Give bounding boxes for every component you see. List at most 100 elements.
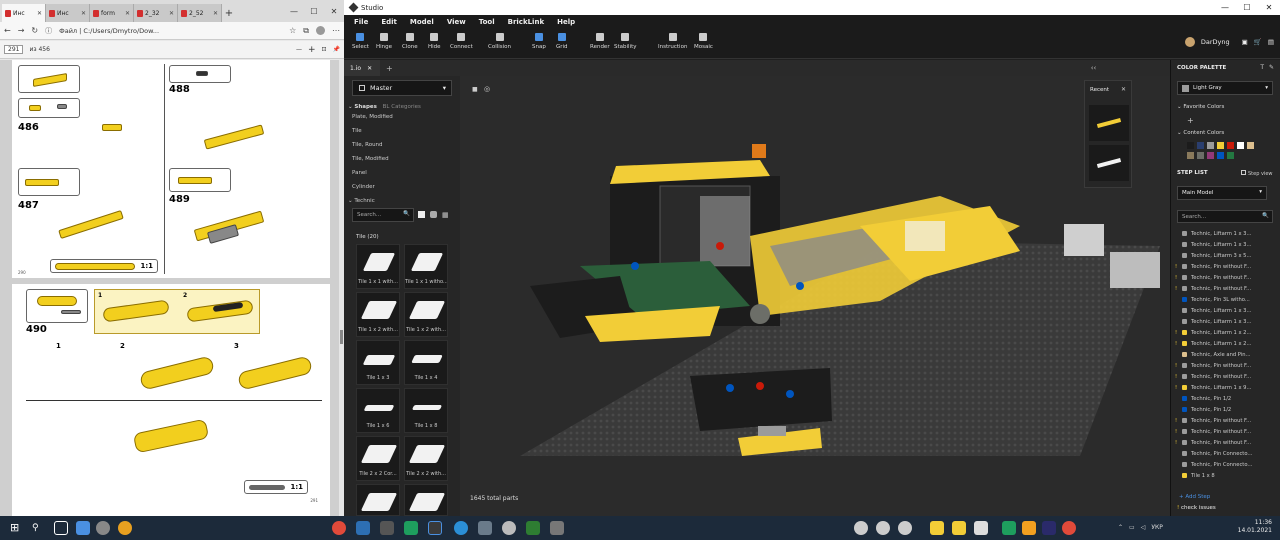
part-cell[interactable]: Tile 2 x 2 with... xyxy=(404,436,448,481)
view-grid-icon[interactable]: ▦ xyxy=(442,211,449,219)
collections-icon[interactable]: ⧉ xyxy=(303,26,309,36)
step-list-item[interactable]: ! Technic, Liftarm 1 x 2... xyxy=(1175,327,1271,338)
color-swatch[interactable] xyxy=(1217,142,1224,149)
close-icon[interactable]: ✕ xyxy=(125,10,130,17)
app-icon[interactable] xyxy=(356,521,370,535)
render-button[interactable]: Render xyxy=(590,33,610,50)
step-list-item[interactable]: ! Technic, Pin without F... xyxy=(1175,371,1271,382)
windows-start-icon[interactable]: ⊞ xyxy=(10,521,24,535)
checkbox[interactable] xyxy=(1241,170,1246,175)
studio-taskbar-icon[interactable] xyxy=(1002,521,1016,535)
new-tab-button[interactable]: + xyxy=(222,4,236,22)
connect-button[interactable]: Connect xyxy=(450,33,473,50)
clone-button[interactable]: Clone xyxy=(402,33,418,50)
part-cell[interactable]: Tile 2 x 2 Cor... xyxy=(356,436,400,481)
browser-tab-5[interactable]: 2_52 ✕ xyxy=(178,4,222,22)
color-swatch[interactable] xyxy=(1217,152,1224,159)
parts-search-input[interactable]: Search... 🔍 xyxy=(352,208,414,222)
document-tab[interactable]: 1.io ✕ xyxy=(344,60,380,76)
step-list-item[interactable]: ! Technic, Pin without F... xyxy=(1175,283,1271,294)
step-list-item[interactable]: ! Technic, Pin without F... xyxy=(1175,360,1271,371)
color-swatch[interactable] xyxy=(1187,152,1194,159)
color-swatch[interactable] xyxy=(1197,142,1204,149)
chevron-up-icon[interactable]: ⌃ xyxy=(1118,524,1123,531)
step-list-item[interactable]: Technic, Pin 3L witho... xyxy=(1175,294,1271,305)
app-icon[interactable] xyxy=(76,521,90,535)
color-selector[interactable]: Light Gray ▾ xyxy=(1177,81,1273,95)
edge-icon[interactable] xyxy=(454,521,468,535)
part-cell[interactable]: Tile 1 x 8 xyxy=(404,388,448,433)
step-list-item[interactable]: Technic, Liftarm 3 x 5... xyxy=(1175,250,1271,261)
part-cell[interactable]: Tile 1 x 2 with... xyxy=(356,292,400,337)
content-colors-header[interactable]: ⌄ Content Colors xyxy=(1177,130,1224,136)
menu-tool[interactable]: Tool xyxy=(479,18,495,26)
username[interactable]: DarDyng xyxy=(1201,38,1230,46)
pdf-viewport[interactable]: 486 487 1:1 290 488 489 490 1 2 1 2 3 1:… xyxy=(0,60,344,516)
part-cell[interactable]: Tile 1 x 1 with... xyxy=(356,244,400,289)
app-icon[interactable] xyxy=(974,521,988,535)
add-favorite-color-button[interactable]: + xyxy=(1187,116,1194,125)
app-icon[interactable] xyxy=(380,521,394,535)
snap-button[interactable]: Snap xyxy=(532,33,546,50)
hinge-button[interactable]: Hinge xyxy=(376,33,392,50)
cart-icon[interactable]: 🛒 xyxy=(1254,38,1262,46)
color-swatch[interactable] xyxy=(1237,142,1244,149)
avatar[interactable] xyxy=(1184,37,1195,47)
app-icon[interactable] xyxy=(118,521,132,535)
color-swatch[interactable] xyxy=(1247,142,1254,149)
eyedropper-icon[interactable]: ✎ xyxy=(1269,64,1274,71)
close-icon[interactable]: ✕ xyxy=(1258,0,1280,15)
reset-view-icon[interactable]: ◎ xyxy=(484,85,490,93)
step-list-item[interactable]: Technic, Pin Connecto... xyxy=(1175,448,1271,459)
category-item[interactable]: Tile, Round xyxy=(352,142,383,148)
excel-icon[interactable] xyxy=(526,521,540,535)
zoom-in-button[interactable]: + xyxy=(308,45,316,55)
instruction-button[interactable]: Instruction xyxy=(658,33,687,50)
step-list-item[interactable]: Technic, Liftarm 1 x 3... xyxy=(1175,239,1271,250)
app-icon[interactable] xyxy=(96,521,110,535)
menu-help[interactable]: Help xyxy=(557,18,575,26)
color-swatch[interactable] xyxy=(1187,142,1194,149)
part-cell[interactable]: Tile 1 x 3 xyxy=(356,340,400,385)
volume-icon[interactable]: ◁ xyxy=(1141,524,1146,531)
app-icon[interactable] xyxy=(854,521,868,535)
hide-button[interactable]: Hide xyxy=(428,33,441,50)
maximize-icon[interactable]: ☐ xyxy=(304,0,324,22)
chrome-icon[interactable] xyxy=(332,521,346,535)
part-cell[interactable]: Tile 1 x 4 xyxy=(404,340,448,385)
back-icon[interactable]: ← xyxy=(4,26,11,35)
favorites-star-icon[interactable]: ☆ xyxy=(289,26,296,35)
close-icon[interactable]: ✕ xyxy=(213,10,218,17)
pin-icon[interactable]: 📌 xyxy=(333,46,340,53)
close-icon[interactable]: ✕ xyxy=(1121,86,1126,93)
task-view-icon[interactable] xyxy=(54,521,68,535)
category-item[interactable]: Plate, Modified xyxy=(352,114,393,120)
part-cell[interactable] xyxy=(356,484,400,516)
app-icon[interactable] xyxy=(428,521,442,535)
menu-edit[interactable]: Edit xyxy=(381,18,397,26)
more-icon[interactable]: ⋯ xyxy=(332,26,340,35)
collapse-panel-icon[interactable]: ‹‹ xyxy=(1091,64,1097,72)
step-list-item[interactable]: ! Technic, Pin without F... xyxy=(1175,261,1271,272)
info-icon[interactable]: ⓘ xyxy=(45,26,52,36)
collision-button[interactable]: Collision xyxy=(488,33,511,50)
3d-viewport[interactable]: ■ ◎ Recent ✕ 1645 total parts xyxy=(460,76,1170,516)
step-list-item[interactable]: Technic, Axle and Pin... xyxy=(1175,349,1271,360)
stability-button[interactable]: Stability xyxy=(614,33,637,50)
fit-page-icon[interactable]: ⊡ xyxy=(321,46,326,53)
app-icon[interactable] xyxy=(930,521,944,535)
step-list-item[interactable]: Technic, Pin Connecto... xyxy=(1175,459,1271,470)
gallery-icon[interactable]: ▣ xyxy=(1242,38,1248,46)
paint-bucket-icon[interactable]: T xyxy=(1260,64,1264,71)
color-swatch[interactable] xyxy=(1227,142,1234,149)
network-icon[interactable]: ▭ xyxy=(1129,524,1135,531)
add-step-button[interactable]: + Add Step xyxy=(1179,494,1210,500)
app-icon[interactable] xyxy=(478,521,492,535)
step-list-item[interactable]: Tile 1 x 8 xyxy=(1175,470,1271,481)
close-icon[interactable]: ✕ xyxy=(37,10,42,17)
step-list-item[interactable]: Technic, Liftarm 1 x 3... xyxy=(1175,305,1271,316)
sidebar-toggle-icon[interactable]: ▤ xyxy=(1268,38,1274,46)
color-swatch[interactable] xyxy=(1207,152,1214,159)
grid-button[interactable]: Grid xyxy=(556,33,568,50)
app-icon[interactable] xyxy=(876,521,890,535)
